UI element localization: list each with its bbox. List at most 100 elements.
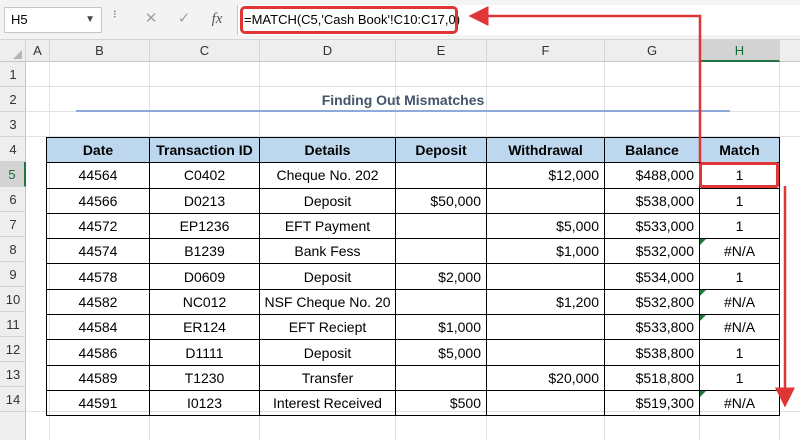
cell-details[interactable]: Cheque No. 202 — [259, 162, 396, 189]
cell-withdrawal[interactable] — [486, 339, 605, 366]
cell-transaction-id[interactable]: D1111 — [149, 339, 260, 366]
cell-deposit[interactable] — [395, 212, 487, 240]
cell-transaction-id[interactable]: D0609 — [149, 263, 260, 290]
cell-transaction-id[interactable]: I0123 — [149, 389, 260, 417]
cell-balance[interactable]: $533,800 — [604, 314, 700, 341]
cell-details[interactable]: EFT Payment — [259, 212, 396, 240]
cell-balance[interactable]: $538,000 — [604, 187, 700, 214]
cell-details[interactable]: Transfer — [259, 364, 396, 391]
cell-withdrawal[interactable]: $12,000 — [486, 162, 605, 189]
cell-details[interactable]: Deposit — [259, 263, 396, 290]
cell-date[interactable]: 44574 — [46, 238, 150, 265]
row-header-6[interactable]: 6 — [0, 187, 26, 212]
cell-balance[interactable]: $532,800 — [604, 288, 700, 316]
cell-balance[interactable]: $534,000 — [604, 263, 700, 290]
row-header-13[interactable]: 13 — [0, 362, 26, 387]
column-header-d[interactable]: D — [260, 40, 396, 62]
cell-transaction-id[interactable]: NC012 — [149, 288, 260, 316]
cell-deposit[interactable] — [395, 238, 487, 265]
cell-deposit[interactable] — [395, 288, 487, 316]
cell-deposit[interactable]: $1,000 — [395, 314, 487, 341]
cell-withdrawal[interactable]: $1,200 — [486, 288, 605, 316]
cell-details[interactable]: Bank Fess — [259, 238, 396, 265]
row-header-5[interactable]: 5 — [0, 162, 26, 187]
column-header-e[interactable]: E — [396, 40, 487, 62]
cell-balance[interactable]: $538,800 — [604, 339, 700, 366]
cell-deposit[interactable]: $5,000 — [395, 339, 487, 366]
cell-deposit[interactable]: $2,000 — [395, 263, 487, 290]
cell-match-error[interactable]: #N/A — [699, 314, 780, 341]
row-header-14[interactable]: 14 — [0, 387, 26, 412]
cell-balance[interactable]: $532,000 — [604, 238, 700, 265]
cell-transaction-id[interactable]: T1230 — [149, 364, 260, 391]
cell-match-error[interactable]: #N/A — [699, 238, 780, 265]
cell-date[interactable]: 44582 — [46, 288, 150, 316]
row-header-8[interactable]: 8 — [0, 237, 26, 262]
cell-deposit[interactable] — [395, 162, 487, 189]
cell-withdrawal[interactable] — [486, 314, 605, 341]
cell-match-error[interactable]: #N/A — [699, 288, 780, 316]
cell-date[interactable]: 44591 — [46, 389, 150, 417]
header-transaction-id[interactable]: Transaction ID — [149, 136, 260, 164]
cell-withdrawal[interactable]: $1,000 — [486, 238, 605, 265]
column-header-b[interactable]: B — [50, 40, 150, 62]
row-header-1[interactable]: 1 — [0, 62, 26, 87]
row-header-3[interactable]: 3 — [0, 112, 26, 137]
cell-balance[interactable]: $533,000 — [604, 212, 700, 240]
cell-date[interactable]: 44586 — [46, 339, 150, 366]
cell-deposit[interactable] — [395, 364, 487, 391]
cell-date[interactable]: 44589 — [46, 364, 150, 391]
cell-match-error[interactable]: #N/A — [699, 389, 780, 417]
cell-match[interactable]: 1 — [699, 212, 780, 240]
cell-deposit[interactable]: $500 — [395, 389, 487, 417]
cell-date[interactable]: 44578 — [46, 263, 150, 290]
name-box[interactable]: H5 ▼ — [4, 7, 102, 33]
row-header-4[interactable]: 4 — [0, 137, 26, 162]
more-options-icon[interactable]: ··· — [108, 9, 124, 17]
cell-withdrawal[interactable] — [486, 389, 605, 417]
header-withdrawal[interactable]: Withdrawal — [486, 136, 605, 164]
cell-balance[interactable]: $519,300 — [604, 389, 700, 417]
cell-match[interactable]: 1 — [699, 339, 780, 366]
cell-withdrawal[interactable] — [486, 263, 605, 290]
row-header-9[interactable]: 9 — [0, 262, 26, 287]
row-header-12[interactable]: 12 — [0, 337, 26, 362]
header-match[interactable]: Match — [699, 136, 780, 164]
column-header-g[interactable]: G — [605, 40, 700, 62]
cell-details[interactable]: EFT Reciept — [259, 314, 396, 341]
cell-balance[interactable]: $488,000 — [604, 162, 700, 189]
header-balance[interactable]: Balance — [604, 136, 700, 164]
cell-transaction-id[interactable]: ER124 — [149, 314, 260, 341]
header-deposit[interactable]: Deposit — [395, 136, 487, 164]
row-header-11[interactable]: 11 — [0, 312, 26, 337]
cell-balance[interactable]: $518,800 — [604, 364, 700, 391]
cell-date[interactable]: 44584 — [46, 314, 150, 341]
select-all-button[interactable] — [0, 40, 26, 62]
cell-details[interactable]: NSF Cheque No. 20 — [259, 288, 396, 316]
enter-icon[interactable]: ✓ — [174, 9, 194, 29]
chevron-down-icon[interactable]: ▼ — [85, 8, 95, 32]
cell-details[interactable]: Deposit — [259, 339, 396, 366]
cell-transaction-id[interactable]: C0402 — [149, 162, 260, 189]
cell-match[interactable]: 1 — [699, 187, 780, 214]
cell-transaction-id[interactable]: D0213 — [149, 187, 260, 214]
cell-transaction-id[interactable]: B1239 — [149, 238, 260, 265]
column-header-c[interactable]: C — [150, 40, 260, 62]
cell-match[interactable]: 1 — [699, 263, 780, 290]
column-header-a[interactable]: A — [26, 40, 50, 62]
column-header-h[interactable]: H — [700, 40, 780, 62]
column-header-f[interactable]: F — [487, 40, 605, 62]
cell-date[interactable]: 44566 — [46, 187, 150, 214]
cell-withdrawal[interactable] — [486, 187, 605, 214]
insert-function-icon[interactable]: fx — [207, 9, 227, 29]
row-header-7[interactable]: 7 — [0, 212, 26, 237]
row-header-10[interactable]: 10 — [0, 287, 26, 312]
header-date[interactable]: Date — [46, 136, 150, 164]
cell-details[interactable]: Deposit — [259, 187, 396, 214]
worksheet-grid[interactable]: Finding Out Mismatches Date Transaction … — [26, 62, 800, 440]
cell-withdrawal[interactable]: $5,000 — [486, 212, 605, 240]
row-header-2[interactable]: 2 — [0, 87, 26, 112]
cancel-icon[interactable]: ✕ — [141, 9, 161, 29]
cell-date[interactable]: 44572 — [46, 212, 150, 240]
cell-withdrawal[interactable]: $20,000 — [486, 364, 605, 391]
